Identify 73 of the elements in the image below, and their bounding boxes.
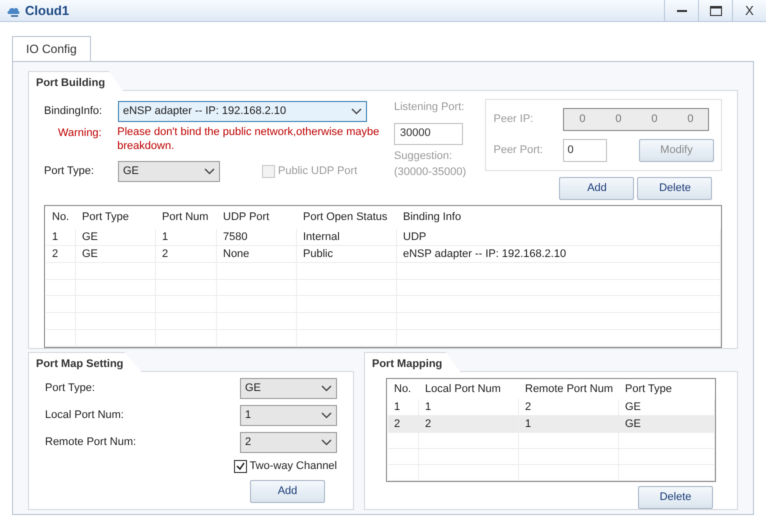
table-cell: Internal: [297, 228, 397, 245]
column-header: Remote Port Num: [524, 382, 614, 397]
column-header: UDP Port: [222, 210, 270, 226]
dropdown[interactable]: 2: [240, 432, 337, 453]
dropdown[interactable]: 1: [240, 405, 337, 426]
chevron-down-icon: [321, 439, 332, 446]
table-cell: Public: [297, 246, 397, 262]
button[interactable]: Add: [559, 177, 634, 200]
tab[interactable]: IO Config: [12, 36, 91, 61]
table-cell: 1: [46, 228, 76, 245]
table-cell: None: [217, 246, 297, 262]
dropdown[interactable]: GE: [240, 378, 337, 399]
chevron-down-icon: [351, 108, 362, 114]
table-cell: 1: [519, 416, 619, 432]
panel-title: Port Mapping: [364, 352, 460, 372]
table-cell: 7580: [217, 228, 297, 245]
checkbox[interactable]: [234, 460, 247, 472]
chevron-down-icon: [321, 412, 332, 419]
column-header: Port Type: [624, 382, 673, 397]
table-cell: GE: [76, 246, 156, 262]
warning-text: Please don't bind the public network,otherwise maybe breakdown.: [117, 125, 380, 153]
chevron-down-icon: [204, 168, 215, 174]
table-cell: eNSP adapter -- IP: 192.168.2.10: [397, 246, 721, 262]
checkbox-label: Public UDP Port: [278, 164, 358, 179]
listening-port-label: Listening Port:: [394, 100, 466, 115]
column-header: No.: [393, 382, 412, 397]
warning-label: Warning:: [57, 126, 103, 141]
ip-octet: 0: [651, 112, 658, 128]
peer-port-label: Peer Port:: [493, 143, 544, 158]
table-cell: GE: [619, 399, 715, 416]
panel-title: Port Building: [28, 71, 124, 91]
checkbox-label: Two-way Channel: [250, 458, 337, 474]
maximize-icon: [710, 6, 722, 16]
field-label: Remote Port Num:: [45, 435, 136, 450]
ip-octet: 0: [615, 112, 622, 128]
suggestion-range: (30000-35000): [394, 165, 468, 180]
table-cell: 2: [388, 416, 419, 432]
table-cell: 2: [156, 246, 217, 262]
field-label: Port Type:: [45, 381, 95, 396]
chevron-down-icon: [321, 385, 332, 392]
field-label: Port Type:: [44, 164, 95, 179]
button[interactable]: Delete: [638, 486, 713, 509]
field-label: BindingInfo:: [44, 104, 104, 119]
table-row[interactable]: 1 1 2 GE: [388, 399, 715, 416]
suggestion-label: Suggestion:: [394, 148, 454, 164]
column-header: Port Num: [161, 210, 210, 226]
button[interactable]: Add: [250, 480, 325, 503]
column-header: Binding Info: [402, 210, 462, 226]
field-label: Local Port Num:: [45, 408, 124, 424]
ip-octet: 0: [579, 112, 586, 128]
dropdown[interactable]: eNSP adapter -- IP: 192.168.2.10: [118, 100, 367, 122]
column-header: Local Port Num: [424, 382, 502, 397]
panel-title: Port Map Setting: [28, 352, 142, 372]
table-cell: 1: [388, 399, 419, 416]
window-title: Cloud1: [25, 2, 70, 20]
close-button[interactable]: X: [732, 0, 766, 21]
button[interactable]: Delete: [637, 177, 712, 200]
ip-octet: 0: [687, 112, 694, 128]
column-header: Port Type: [81, 210, 130, 226]
table-cell: GE: [76, 228, 156, 245]
table-cell: 1: [419, 399, 519, 416]
minimize-icon: [676, 9, 686, 12]
table-cell: 1: [156, 228, 217, 245]
column-header: Port Open Status: [302, 210, 388, 226]
table-cell: 2: [519, 399, 619, 416]
column-header: No.: [51, 210, 70, 226]
table-cell: UDP: [397, 228, 721, 245]
dropdown[interactable]: GE: [118, 160, 220, 182]
table-cell: GE: [619, 416, 715, 432]
peer-ip-label: Peer IP:: [493, 112, 534, 128]
table-cell: 2: [46, 246, 76, 262]
table-row[interactable]: 2 2 1 GE: [388, 416, 715, 434]
table-cell: 2: [419, 416, 519, 432]
